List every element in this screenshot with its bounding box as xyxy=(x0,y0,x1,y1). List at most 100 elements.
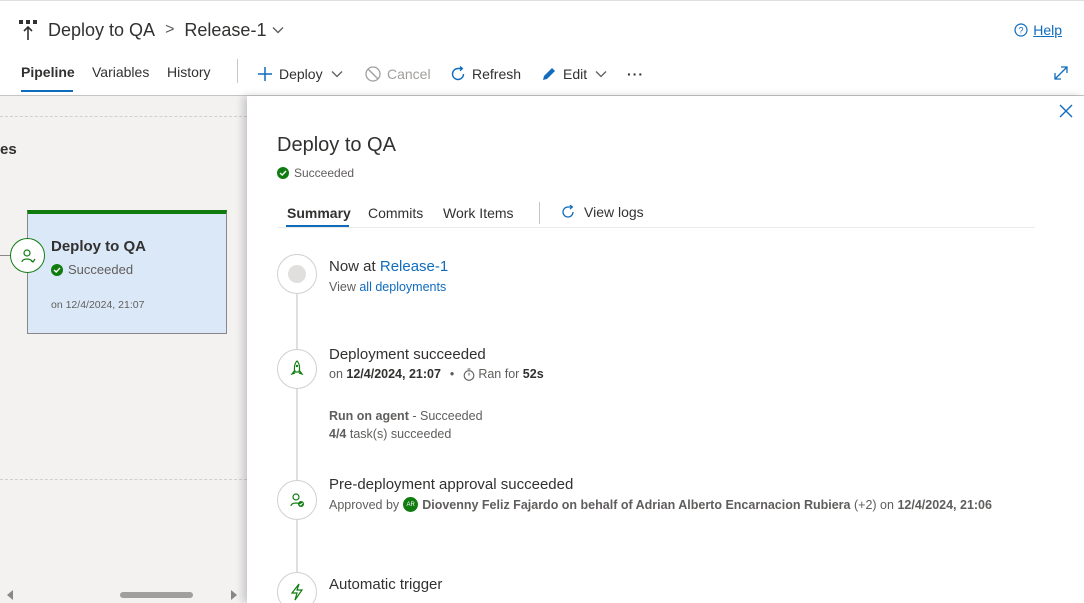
deploy-label: Deploy xyxy=(279,66,323,82)
tab-commits[interactable]: Commits xyxy=(368,205,423,221)
stage-connector xyxy=(0,255,10,256)
stage-name: Deploy to QA xyxy=(51,238,147,255)
deployment-date: 12/4/2024, 21:07 xyxy=(346,367,441,381)
stage-status-label: Succeeded xyxy=(68,262,134,277)
release-link[interactable]: Release-1 xyxy=(380,258,448,275)
pencil-icon xyxy=(543,68,555,80)
pre-deployment-approval-button[interactable] xyxy=(10,238,45,273)
stage-details-panel: Deploy to QA Succeeded Summary Commits W… xyxy=(247,96,1084,603)
stage-date: on 12/4/2024, 21:07 xyxy=(51,299,145,311)
more-actions-button[interactable]: ··· xyxy=(627,62,644,86)
approval-succeeded-link[interactable]: Pre-deployment approval succeeded xyxy=(329,476,573,493)
approved-by-prefix: Approved by xyxy=(329,497,400,512)
horizontal-scrollbar[interactable] xyxy=(0,587,247,603)
help-label: Help xyxy=(1033,22,1062,38)
cancel-label: Cancel xyxy=(387,66,431,82)
close-icon[interactable] xyxy=(1059,104,1073,118)
refresh-label: Refresh xyxy=(472,66,522,82)
user-approval-icon xyxy=(20,248,35,263)
current-dot xyxy=(288,265,306,283)
deployment-details: on 12/4/2024, 21:07 • Ran for 52s xyxy=(329,367,544,381)
success-check-icon xyxy=(277,167,289,179)
on-prefix: on xyxy=(329,367,343,381)
avatar: AR xyxy=(403,497,419,512)
scroll-left-icon[interactable] xyxy=(6,590,14,600)
tab-variables[interactable]: Variables xyxy=(92,64,149,80)
timeline-node-approval xyxy=(277,480,317,520)
toolbar-divider xyxy=(237,59,238,83)
dot-separator: • xyxy=(449,367,455,381)
help-icon: ? xyxy=(1014,23,1028,37)
panel-status: Succeeded xyxy=(277,166,354,180)
view-logs-icon xyxy=(562,205,574,218)
release-name[interactable]: Release-1 xyxy=(184,20,266,41)
deployment-succeeded-link[interactable]: Deployment succeeded xyxy=(329,346,486,363)
view-logs-button[interactable]: View logs xyxy=(561,204,644,220)
approver-name: Diovenny Feliz Fajardo on behalf of Adri… xyxy=(422,497,851,512)
panel-status-label: Succeeded xyxy=(294,166,355,180)
tasks-row: 4/4 task(s) succeeded xyxy=(329,427,451,441)
edit-label: Edit xyxy=(563,66,588,82)
timeline-node-current xyxy=(277,254,317,294)
breadcrumb: Deploy to QA > Release-1 xyxy=(18,18,284,42)
pipeline-canvas[interactable]: es Deploy to QA Succeeded on 12/4/2024, … xyxy=(0,96,247,603)
help-link[interactable]: ? Help xyxy=(1014,22,1062,38)
scroll-right-icon[interactable] xyxy=(230,590,238,600)
chevron-down-icon[interactable] xyxy=(272,26,284,34)
now-at-text: Now at Release-1 xyxy=(329,258,448,275)
release-pipeline-icon xyxy=(19,20,37,40)
rocket-icon xyxy=(290,360,304,376)
ran-for-prefix: Ran for xyxy=(478,367,520,381)
timeline-line xyxy=(296,272,298,583)
breadcrumb-separator: > xyxy=(165,21,175,38)
stages-heading-partial: es xyxy=(0,141,17,158)
edit-button[interactable]: Edit xyxy=(541,62,607,86)
canvas-divider xyxy=(0,116,247,117)
timer-icon xyxy=(463,367,475,381)
automatic-trigger-text: Automatic trigger xyxy=(329,576,443,593)
plus-icon xyxy=(258,67,272,81)
run-on-agent-status: - Succeeded xyxy=(412,409,483,423)
run-on-agent-label[interactable]: Run on agent xyxy=(329,409,409,423)
success-check-icon xyxy=(51,263,63,276)
active-tab-indicator xyxy=(286,225,349,227)
tasks-count: 4/4 xyxy=(329,427,347,441)
canvas-divider xyxy=(0,479,247,480)
timeline-node-deployment xyxy=(277,349,317,389)
tab-work-items[interactable]: Work Items xyxy=(443,205,514,221)
active-tab-indicator xyxy=(21,90,73,92)
tab-pipeline[interactable]: Pipeline xyxy=(21,64,75,80)
view-deployments-text: View all deployments xyxy=(329,280,446,294)
refresh-button[interactable]: Refresh xyxy=(450,62,521,86)
panel-title: Deploy to QA xyxy=(277,134,396,156)
chevron-down-icon xyxy=(595,71,607,78)
approval-date: 12/4/2024, 21:06 xyxy=(897,497,992,512)
tab-history[interactable]: History xyxy=(167,64,211,80)
stage-status: Succeeded xyxy=(51,262,133,277)
all-deployments-link[interactable]: all deployments xyxy=(359,280,446,294)
panel-tabs: Summary Commits Work Items View logs xyxy=(277,202,1035,228)
nav-toolbar-row: Pipeline Variables History Deploy Cancel… xyxy=(0,56,1084,96)
tasks-suffix: task(s) succeeded xyxy=(349,427,452,441)
tab-summary[interactable]: Summary xyxy=(287,205,351,221)
timeline-node-trigger xyxy=(277,572,317,603)
view-prefix: View xyxy=(329,280,356,294)
approver-extra[interactable]: (+2) on xyxy=(854,498,894,512)
chevron-down-icon xyxy=(331,71,343,78)
deploy-button[interactable]: Deploy xyxy=(257,62,343,86)
run-on-agent-row: Run on agent - Succeeded xyxy=(329,409,483,423)
ran-for-value: 52s xyxy=(522,367,544,381)
now-at-prefix: Now at xyxy=(329,258,376,275)
approved-by-row: Approved by AR Diovenny Feliz Fajardo on… xyxy=(329,497,992,512)
lightning-icon xyxy=(290,583,304,601)
user-approval-icon xyxy=(290,493,304,507)
view-logs-label: View logs xyxy=(584,204,644,220)
release-header: Deploy to QA > Release-1 ? Help Pipeline… xyxy=(0,6,1084,96)
scrollbar-thumb[interactable] xyxy=(120,592,193,598)
tab-divider xyxy=(539,202,540,224)
pipeline-title[interactable]: Deploy to QA xyxy=(48,20,155,41)
stage-card-deploy-to-qa[interactable]: Deploy to QA Succeeded on 12/4/2024, 21:… xyxy=(27,210,227,334)
expand-icon[interactable] xyxy=(1054,66,1068,80)
cancel-button[interactable]: Cancel xyxy=(365,62,431,86)
cancel-icon xyxy=(365,66,381,82)
